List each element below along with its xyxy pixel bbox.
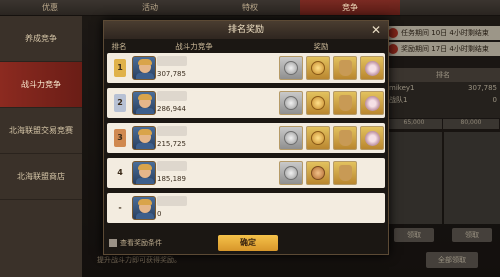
ranking-row: 1 307,785 <box>107 53 385 83</box>
reward-item[interactable] <box>306 126 330 150</box>
avatar <box>132 161 156 185</box>
coin-icon <box>284 96 298 110</box>
flower-icon <box>365 61 380 76</box>
rank-badge: 3 <box>114 129 126 147</box>
coin-icon <box>311 61 325 75</box>
rank-reward-modal: 排名奖励 ✕ 排名 战斗力竞争 奖励 1 307,785 2 286,944 3 215,… <box>103 20 389 255</box>
rank-badge: 1 <box>114 59 126 77</box>
player-name-blurred <box>157 126 187 136</box>
reward-item[interactable] <box>360 56 384 80</box>
player-name-blurred <box>157 196 187 206</box>
sidebar-item-shop[interactable]: 北海联盟商店 <box>0 154 82 200</box>
coin-icon <box>284 131 298 145</box>
tab-events[interactable]: 活动 <box>100 0 200 15</box>
sidebar-item-power[interactable]: 战斗力竞争 <box>0 62 82 108</box>
avatar <box>132 196 156 220</box>
reward-item[interactable] <box>333 56 357 80</box>
power-value: 286,944 <box>157 105 186 113</box>
sidebar-item-growth[interactable]: 养成竞争 <box>0 16 82 62</box>
reward-item[interactable] <box>333 161 357 185</box>
reward-item[interactable] <box>360 126 384 150</box>
tab-privileges[interactable]: 特权 <box>200 0 300 15</box>
power-value: 307,785 <box>157 70 186 78</box>
reward-item[interactable] <box>279 91 303 115</box>
reward-items <box>279 56 384 80</box>
avatar <box>132 56 156 80</box>
avatar <box>132 126 156 150</box>
reward-conditions-label[interactable]: 查看奖励条件 <box>120 238 162 248</box>
tab-offers[interactable]: 优惠 <box>0 0 100 15</box>
sidebar-item-trade[interactable]: 北海联盟交易竞赛 <box>0 108 82 154</box>
flower-icon <box>365 131 380 146</box>
close-icon[interactable]: ✕ <box>368 21 384 39</box>
avatar <box>132 91 156 115</box>
top-tab-bar: 优惠 活动 特权 竞争 <box>0 0 500 16</box>
coin-icon <box>284 166 298 180</box>
coin-icon <box>311 96 325 110</box>
player-name-blurred <box>157 56 187 66</box>
reward-items <box>279 126 384 150</box>
modal-title: 排名奖励 <box>227 25 264 35</box>
reward-item[interactable] <box>306 161 330 185</box>
ranking-row: 4 185,189 <box>107 158 385 188</box>
power-value: 185,189 <box>157 175 186 183</box>
confirm-button[interactable]: 确定 <box>218 235 278 251</box>
rank-badge: - <box>118 203 122 212</box>
pot-icon <box>339 60 352 76</box>
column-headers: 排名 战斗力竞争 奖励 <box>104 39 388 53</box>
player-name-blurred <box>157 161 187 171</box>
coin-icon <box>284 61 298 75</box>
pot-icon <box>339 95 352 111</box>
reward-items <box>279 91 384 115</box>
ranking-list: 1 307,785 2 286,944 3 215,725 4 185,189-0 <box>104 53 388 223</box>
reward-item[interactable] <box>279 161 303 185</box>
coin-icon <box>311 166 325 180</box>
sidebar: 养成竞争 战斗力竞争 北海联盟交易竞赛 北海联盟商店 <box>0 16 82 277</box>
reward-item[interactable] <box>333 91 357 115</box>
reward-items <box>279 161 357 185</box>
rank-badge: 4 <box>117 168 123 177</box>
coin-icon <box>311 131 325 145</box>
modal-footer: 查看奖励条件 确定 <box>104 232 388 254</box>
flower-icon <box>365 96 380 111</box>
reward-item[interactable] <box>279 126 303 150</box>
column-rank: 排名 <box>111 41 127 51</box>
pot-icon <box>339 130 352 146</box>
player-name-blurred <box>157 91 187 101</box>
tab-empty <box>400 0 500 15</box>
column-reward: 奖励 <box>313 41 329 51</box>
reward-item[interactable] <box>333 126 357 150</box>
pot-icon <box>339 165 352 181</box>
power-value: 0 <box>157 210 162 218</box>
ranking-row: 2 286,944 <box>107 88 385 118</box>
column-power: 战斗力竞争 <box>175 41 213 51</box>
modal-header: 排名奖励 ✕ <box>104 21 388 39</box>
power-value: 215,725 <box>157 140 186 148</box>
tab-competition[interactable]: 竞争 <box>300 0 400 15</box>
reward-item[interactable] <box>360 91 384 115</box>
reward-item[interactable] <box>279 56 303 80</box>
reward-item[interactable] <box>306 56 330 80</box>
reward-item[interactable] <box>306 91 330 115</box>
reward-conditions-checkbox[interactable] <box>109 239 117 247</box>
ranking-row: 3 215,725 <box>107 123 385 153</box>
ranking-row: -0 <box>107 193 385 223</box>
rank-badge: 2 <box>114 94 126 112</box>
